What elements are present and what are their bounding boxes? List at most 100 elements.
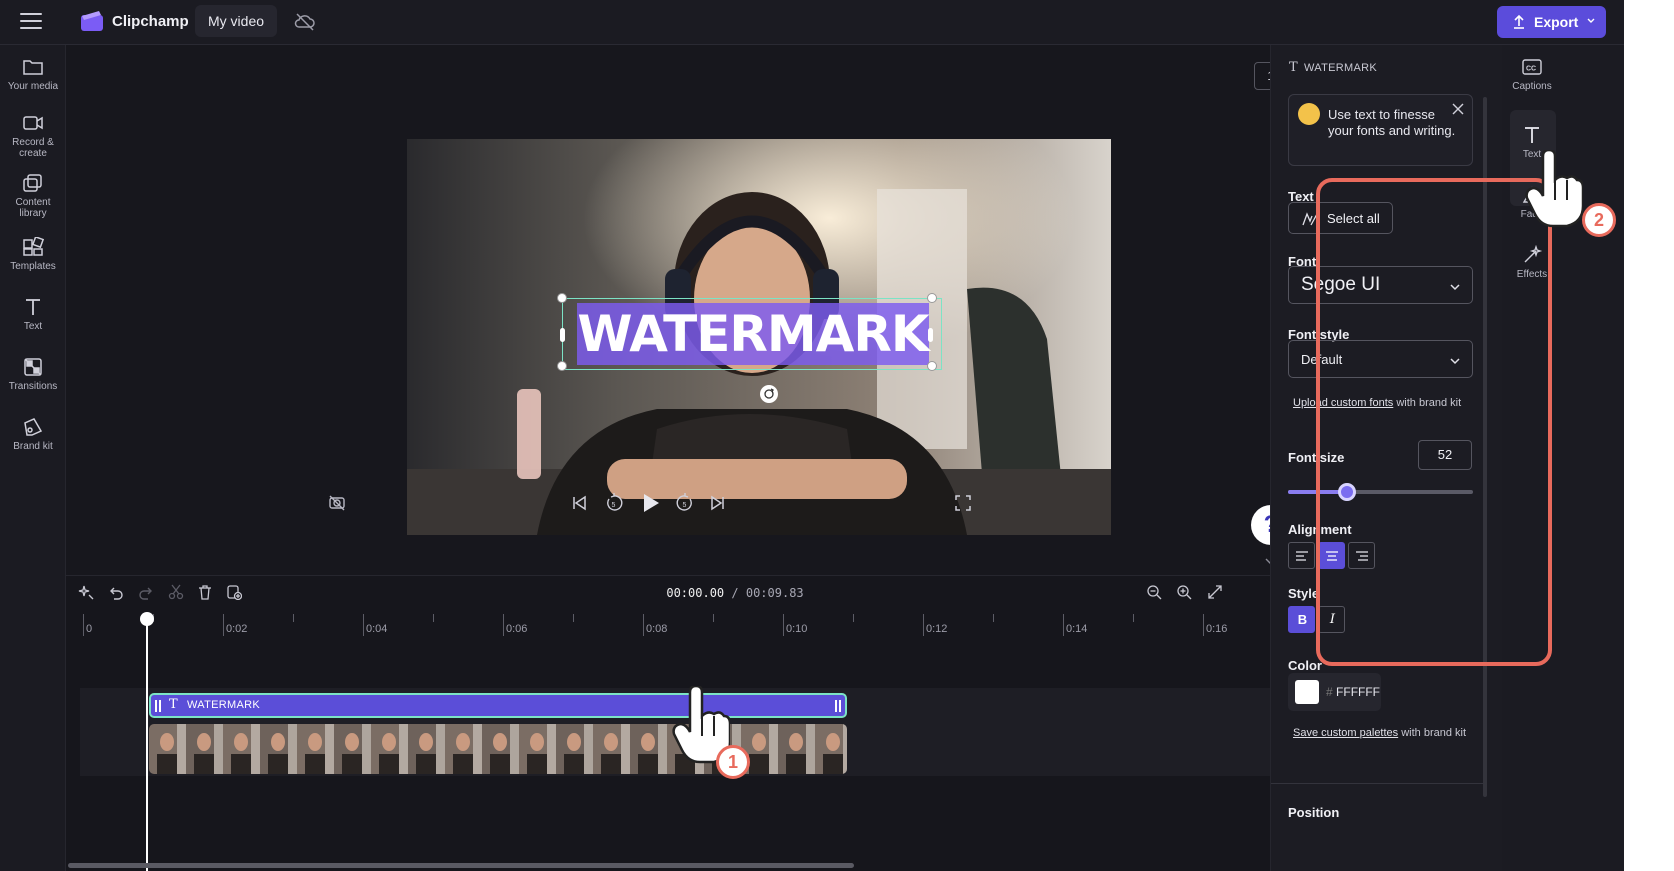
divider: [1271, 783, 1485, 784]
ruler-minor-tick: [853, 614, 854, 622]
resize-handle-top-left[interactable]: [557, 293, 567, 303]
rotate-handle[interactable]: [760, 385, 778, 403]
ruler-tick: [783, 614, 784, 636]
forward-5-icon[interactable]: 5: [675, 493, 695, 513]
sidebar-item-content-library[interactable]: Content library: [0, 173, 66, 219]
ruler-label: 0:02: [226, 623, 248, 635]
zoom-out-icon[interactable]: [1146, 584, 1162, 600]
text-clip-label: WATERMARK: [187, 699, 260, 711]
text-clip[interactable]: T WATERMARK: [149, 693, 847, 718]
transitions-icon: [24, 358, 42, 376]
sidebar-item-your-media[interactable]: Your media: [0, 57, 66, 92]
color-hex[interactable]: # FFFFFF: [1326, 685, 1380, 699]
sidebar-item-text[interactable]: Text: [0, 297, 66, 332]
fullscreen-icon[interactable]: [955, 495, 971, 511]
thumbnail-frame: [260, 724, 297, 774]
thumbnail-frame: [371, 724, 408, 774]
video-title[interactable]: My video: [195, 5, 278, 37]
palette-rest: with brand kit: [1398, 727, 1467, 739]
ruler-minor-tick: [713, 614, 714, 622]
rewind-5-icon[interactable]: 5: [604, 493, 624, 513]
text-overlay[interactable]: WATERMARK: [563, 305, 943, 363]
thumbnail-frame: [445, 724, 482, 774]
thumbnail-frame: [556, 724, 593, 774]
preview-area: 16:9: [66, 45, 1320, 575]
video-preview[interactable]: WATERMARK: [407, 139, 1111, 535]
thumbnail-frame: [408, 724, 445, 774]
fit-timeline-icon[interactable]: [1207, 584, 1223, 600]
current-time: 00:00.00: [666, 586, 725, 600]
ruler-label: 0:16: [1206, 623, 1228, 635]
text-icon: [1525, 127, 1539, 143]
sidebar-item-label: Record & create: [12, 137, 54, 159]
bold-button[interactable]: B: [1288, 606, 1315, 633]
resize-handle-left[interactable]: [560, 328, 565, 342]
thumbnail-frame: [482, 724, 519, 774]
hex-value: FFFFFF: [1336, 685, 1381, 699]
export-label: Export: [1534, 14, 1579, 30]
ruler-minor-tick: [573, 614, 574, 622]
ruler-minor-tick: [993, 614, 994, 622]
resize-handle-bottom-left[interactable]: [557, 361, 567, 371]
sidebar-item-transitions[interactable]: Transitions: [0, 357, 66, 392]
ruler-label: 0:08: [646, 623, 668, 635]
timeline-toolbar: 00:00.00 / 00:09.83: [66, 576, 1320, 610]
cloud-off-icon[interactable]: [294, 12, 316, 32]
tip-card: Use text to finesse your fonts and writi…: [1288, 94, 1473, 166]
sidebar-item-record-create[interactable]: Record & create: [0, 113, 66, 159]
resize-handle-top-right[interactable]: [927, 293, 937, 303]
sidebar-item-templates[interactable]: Templates: [0, 237, 66, 272]
ruler-label: 0:10: [786, 623, 808, 635]
hand-cursor-icon: [1525, 150, 1583, 228]
text-overlay-selection[interactable]: WATERMARK: [557, 293, 943, 371]
panel-header: T WATERMARK: [1289, 60, 1377, 75]
clip-trim-handle-right[interactable]: [835, 700, 841, 712]
skip-back-icon[interactable]: [571, 495, 587, 511]
skip-forward-icon[interactable]: [710, 495, 726, 511]
sidebar-item-label: Content library: [15, 197, 51, 219]
clipchamp-logo-icon: [81, 11, 103, 31]
palette-note: Save custom palettes with brand kit: [1293, 727, 1468, 740]
timeline-ruler[interactable]: 0 0:02 0:04 0:06 0:08 0:10 0:12 0:14 0:16: [80, 612, 1320, 636]
sidebar-item-label: Templates: [10, 261, 56, 272]
resize-handle-bottom-right[interactable]: [927, 361, 937, 371]
tip-text: Use text to finesse your fonts and writi…: [1328, 107, 1456, 138]
export-button[interactable]: Export: [1497, 6, 1606, 38]
ruler-tick: [83, 614, 84, 636]
save-custom-palettes-link[interactable]: Save custom palettes: [1293, 727, 1398, 739]
left-sidebar: Your media Record & create Content libra…: [0, 45, 66, 871]
folder-icon: [23, 60, 43, 75]
play-icon[interactable]: [641, 492, 661, 514]
color-picker[interactable]: # FFFFFF: [1288, 673, 1381, 711]
close-icon[interactable]: [1452, 103, 1464, 115]
align-left-button[interactable]: [1288, 542, 1315, 569]
library-icon: [23, 174, 42, 192]
sidebar-item-brand-kit[interactable]: Brand kit: [0, 417, 66, 452]
sidebar-item-label: Transitions: [8, 381, 58, 392]
app-name: Clipchamp: [112, 13, 189, 30]
menu-icon[interactable]: [20, 13, 42, 31]
thumbnail-frame: [778, 724, 815, 774]
ruler-tick: [643, 614, 644, 636]
clip-trim-handle-left[interactable]: [155, 700, 161, 712]
tab-captions[interactable]: CC Captions: [1502, 57, 1562, 92]
tab-label: Captions: [1512, 81, 1552, 92]
thumbnail-frame: [815, 724, 847, 774]
templates-icon: [23, 237, 44, 256]
hex-prefix: #: [1326, 685, 1333, 699]
playhead[interactable]: [140, 612, 154, 871]
camera-off-icon[interactable]: [328, 495, 346, 511]
resize-handle-right[interactable]: [928, 328, 933, 342]
style-label: Style: [1288, 586, 1320, 601]
svg-text:5: 5: [612, 502, 616, 509]
top-bar: Clipchamp My video Export: [0, 0, 1624, 45]
text-icon: T: [169, 697, 178, 712]
timeline-scrollbar[interactable]: [68, 863, 854, 868]
position-label[interactable]: Position: [1288, 805, 1339, 820]
emoji-icon: [1298, 103, 1320, 125]
thumbnail-frame: [334, 724, 371, 774]
zoom-in-icon[interactable]: [1176, 584, 1192, 600]
ruler-tick: [363, 614, 364, 636]
panel-title: WATERMARK: [1303, 62, 1377, 74]
color-swatch[interactable]: [1295, 680, 1319, 704]
